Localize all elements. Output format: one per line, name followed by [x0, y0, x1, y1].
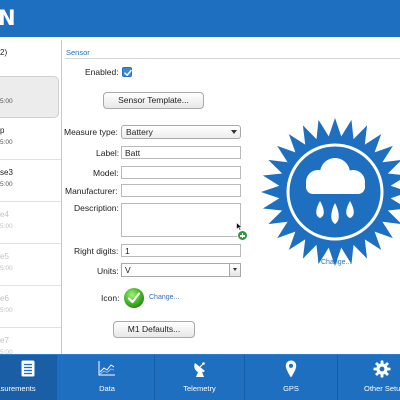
- bottom-tab-bar: Measurements Data Telemetry GPS: [0, 354, 400, 400]
- device-list-item[interactable]: e5 5:00: [0, 244, 61, 286]
- chart-icon: [98, 361, 115, 376]
- satellite-dish-icon: [193, 362, 205, 377]
- device-list-item[interactable]: e7 5:00: [0, 328, 61, 354]
- device-name: e5: [0, 252, 9, 261]
- model-input[interactable]: [121, 166, 241, 179]
- section-title: Sensor: [66, 48, 90, 57]
- enabled-label: Enabled:: [85, 67, 119, 77]
- device-list-item[interactable]: e4 5:00: [0, 202, 61, 244]
- chevron-down-icon: [231, 130, 237, 134]
- units-dropdown-button[interactable]: [229, 264, 240, 276]
- device-list-item[interactable]: e6 5:00: [0, 286, 61, 328]
- check-badge-icon[interactable]: [123, 287, 145, 309]
- tab-gps-label: GPS: [283, 384, 299, 393]
- sidebar-heading: 2): [0, 48, 8, 57]
- device-time: 5:00: [0, 307, 13, 314]
- units-value: V: [125, 265, 131, 275]
- icon-label: Icon:: [101, 293, 120, 303]
- device-name: [0, 85, 58, 96]
- right-digits-input[interactable]: 1: [121, 244, 241, 257]
- measure-type-value: Battery: [126, 127, 153, 137]
- icon-change-link[interactable]: Change...: [149, 294, 179, 301]
- tab-other-setup-label: Other Setup: [364, 384, 400, 393]
- list-icon: [21, 360, 35, 377]
- rain-cloud-badge-icon: [261, 118, 400, 266]
- device-list: 5:00 p 5:00 se3 5:00 e4 5:00 e5 5:00 e6 5:00 e7 5:00: [0, 76, 61, 354]
- device-time: 5:00: [0, 98, 13, 105]
- m1-defaults-button[interactable]: M1 Defaults...: [113, 321, 195, 338]
- image-change-link[interactable]: Change...: [321, 259, 351, 266]
- tab-telemetry[interactable]: Telemetry: [155, 355, 245, 400]
- tab-data[interactable]: Data: [60, 355, 155, 400]
- chevron-down-icon: [233, 268, 237, 271]
- description-label: Description:: [74, 203, 119, 213]
- gear-icon: [373, 360, 391, 378]
- tab-data-label: Data: [99, 384, 115, 393]
- right-digits-label: Right digits:: [74, 246, 119, 256]
- device-name: e7: [0, 336, 9, 345]
- measure-type-label: Measure type:: [64, 127, 118, 137]
- sensor-template-button[interactable]: Sensor Template...: [103, 92, 204, 109]
- tab-measurements[interactable]: Measurements: [0, 355, 57, 400]
- units-combobox[interactable]: V: [121, 263, 241, 277]
- map-pin-icon: [285, 360, 297, 378]
- device-name: e6: [0, 294, 9, 303]
- app-title: N: [0, 6, 17, 30]
- label-input[interactable]: Batt: [121, 146, 241, 159]
- enabled-checkbox[interactable]: [122, 67, 132, 77]
- device-name: e4: [0, 210, 9, 219]
- device-time: 5:00: [0, 181, 13, 188]
- device-sidebar: 2) 5:00 p 5:00 se3 5:00 e4 5:00 e5 5:00 e6 5:00 e7 5…: [0, 40, 62, 354]
- section-divider: [65, 58, 400, 59]
- checkmark-icon: [124, 69, 132, 76]
- device-time: 5:00: [0, 223, 13, 230]
- label-field-label: Label:: [96, 148, 120, 158]
- device-name: se3: [0, 168, 13, 177]
- model-label: Model:: [93, 168, 119, 178]
- device-time: 5:00: [0, 139, 13, 146]
- device-list-item[interactable]: p 5:00: [0, 118, 61, 160]
- sensor-panel: Sensor Enabled: Sensor Template... Measu…: [63, 40, 400, 354]
- device-list-item[interactable]: se3 5:00: [0, 160, 61, 202]
- tab-other-setup[interactable]: Other Setup: [338, 355, 400, 400]
- tab-telemetry-label: Telemetry: [183, 384, 216, 393]
- measure-type-select[interactable]: Battery: [121, 125, 241, 139]
- manufacturer-input[interactable]: [121, 184, 241, 197]
- manufacturer-label: Manufacturer:: [65, 186, 118, 196]
- tab-gps[interactable]: GPS: [245, 355, 338, 400]
- device-list-item[interactable]: 5:00: [0, 76, 59, 118]
- add-icon[interactable]: [237, 230, 248, 241]
- description-textarea[interactable]: [121, 203, 241, 237]
- device-name: p: [0, 126, 5, 135]
- tab-measurements-label: Measurements: [0, 384, 36, 393]
- top-bar: N: [0, 0, 400, 37]
- device-time: 5:00: [0, 265, 13, 272]
- units-label: Units:: [97, 266, 119, 276]
